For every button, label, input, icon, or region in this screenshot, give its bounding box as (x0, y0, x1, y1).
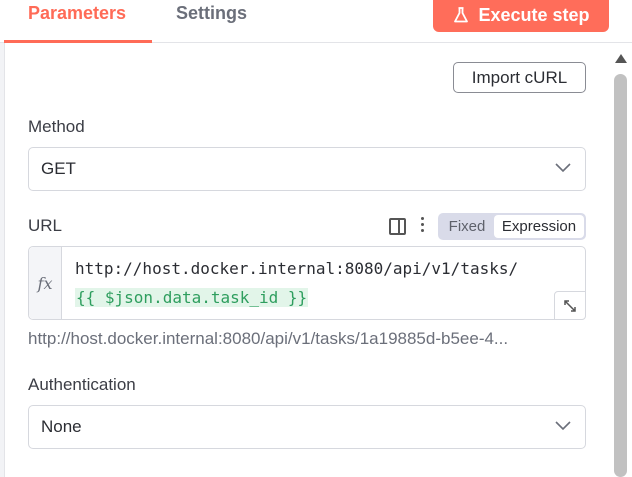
expression-text[interactable]: http://host.docker.internal:8080/api/v1/… (75, 259, 518, 278)
authentication-select[interactable]: None (28, 405, 586, 449)
import-curl-button[interactable]: Import cURL (453, 62, 586, 93)
method-value: GET (41, 159, 76, 178)
authentication-label: Authentication (28, 375, 136, 394)
more-options-icon[interactable] (421, 217, 425, 235)
tab-parameters[interactable]: Parameters (4, 0, 152, 43)
flask-icon (454, 7, 469, 23)
execute-step-label: Execute step (478, 4, 590, 25)
url-label: URL (28, 216, 63, 235)
fx-icon: fx (29, 247, 62, 319)
panel-edge (0, 43, 5, 477)
expand-icon (564, 299, 576, 312)
scroll-up-arrow-icon[interactable] (615, 54, 627, 63)
method-label: Method (28, 117, 85, 136)
scrollbar-thumb[interactable] (614, 74, 627, 477)
fixed-expression-toggle: Fixed Expression (438, 213, 586, 240)
node-tab-bar: Parameters Settings Execute step (0, 0, 632, 43)
resolved-url-preview: http://host.docker.internal:8080/api/v1/… (28, 329, 509, 348)
tab-settings[interactable]: Settings (176, 0, 247, 43)
mode-fixed-option[interactable]: Fixed (440, 218, 494, 235)
chevron-down-icon (555, 421, 571, 431)
expression-variable[interactable]: {{ $json.data.task_id }} (75, 288, 309, 307)
expand-editor-button[interactable] (554, 291, 586, 320)
side-panel-icon[interactable] (389, 218, 406, 235)
mode-expression-option[interactable]: Expression (494, 215, 584, 238)
execute-step-button[interactable]: Execute step (433, 0, 609, 32)
url-expression-editor[interactable]: fx http://host.docker.internal:8080/api/… (28, 246, 586, 320)
method-select[interactable]: GET (28, 147, 586, 191)
authentication-value: None (41, 417, 82, 436)
chevron-down-icon (555, 163, 571, 173)
